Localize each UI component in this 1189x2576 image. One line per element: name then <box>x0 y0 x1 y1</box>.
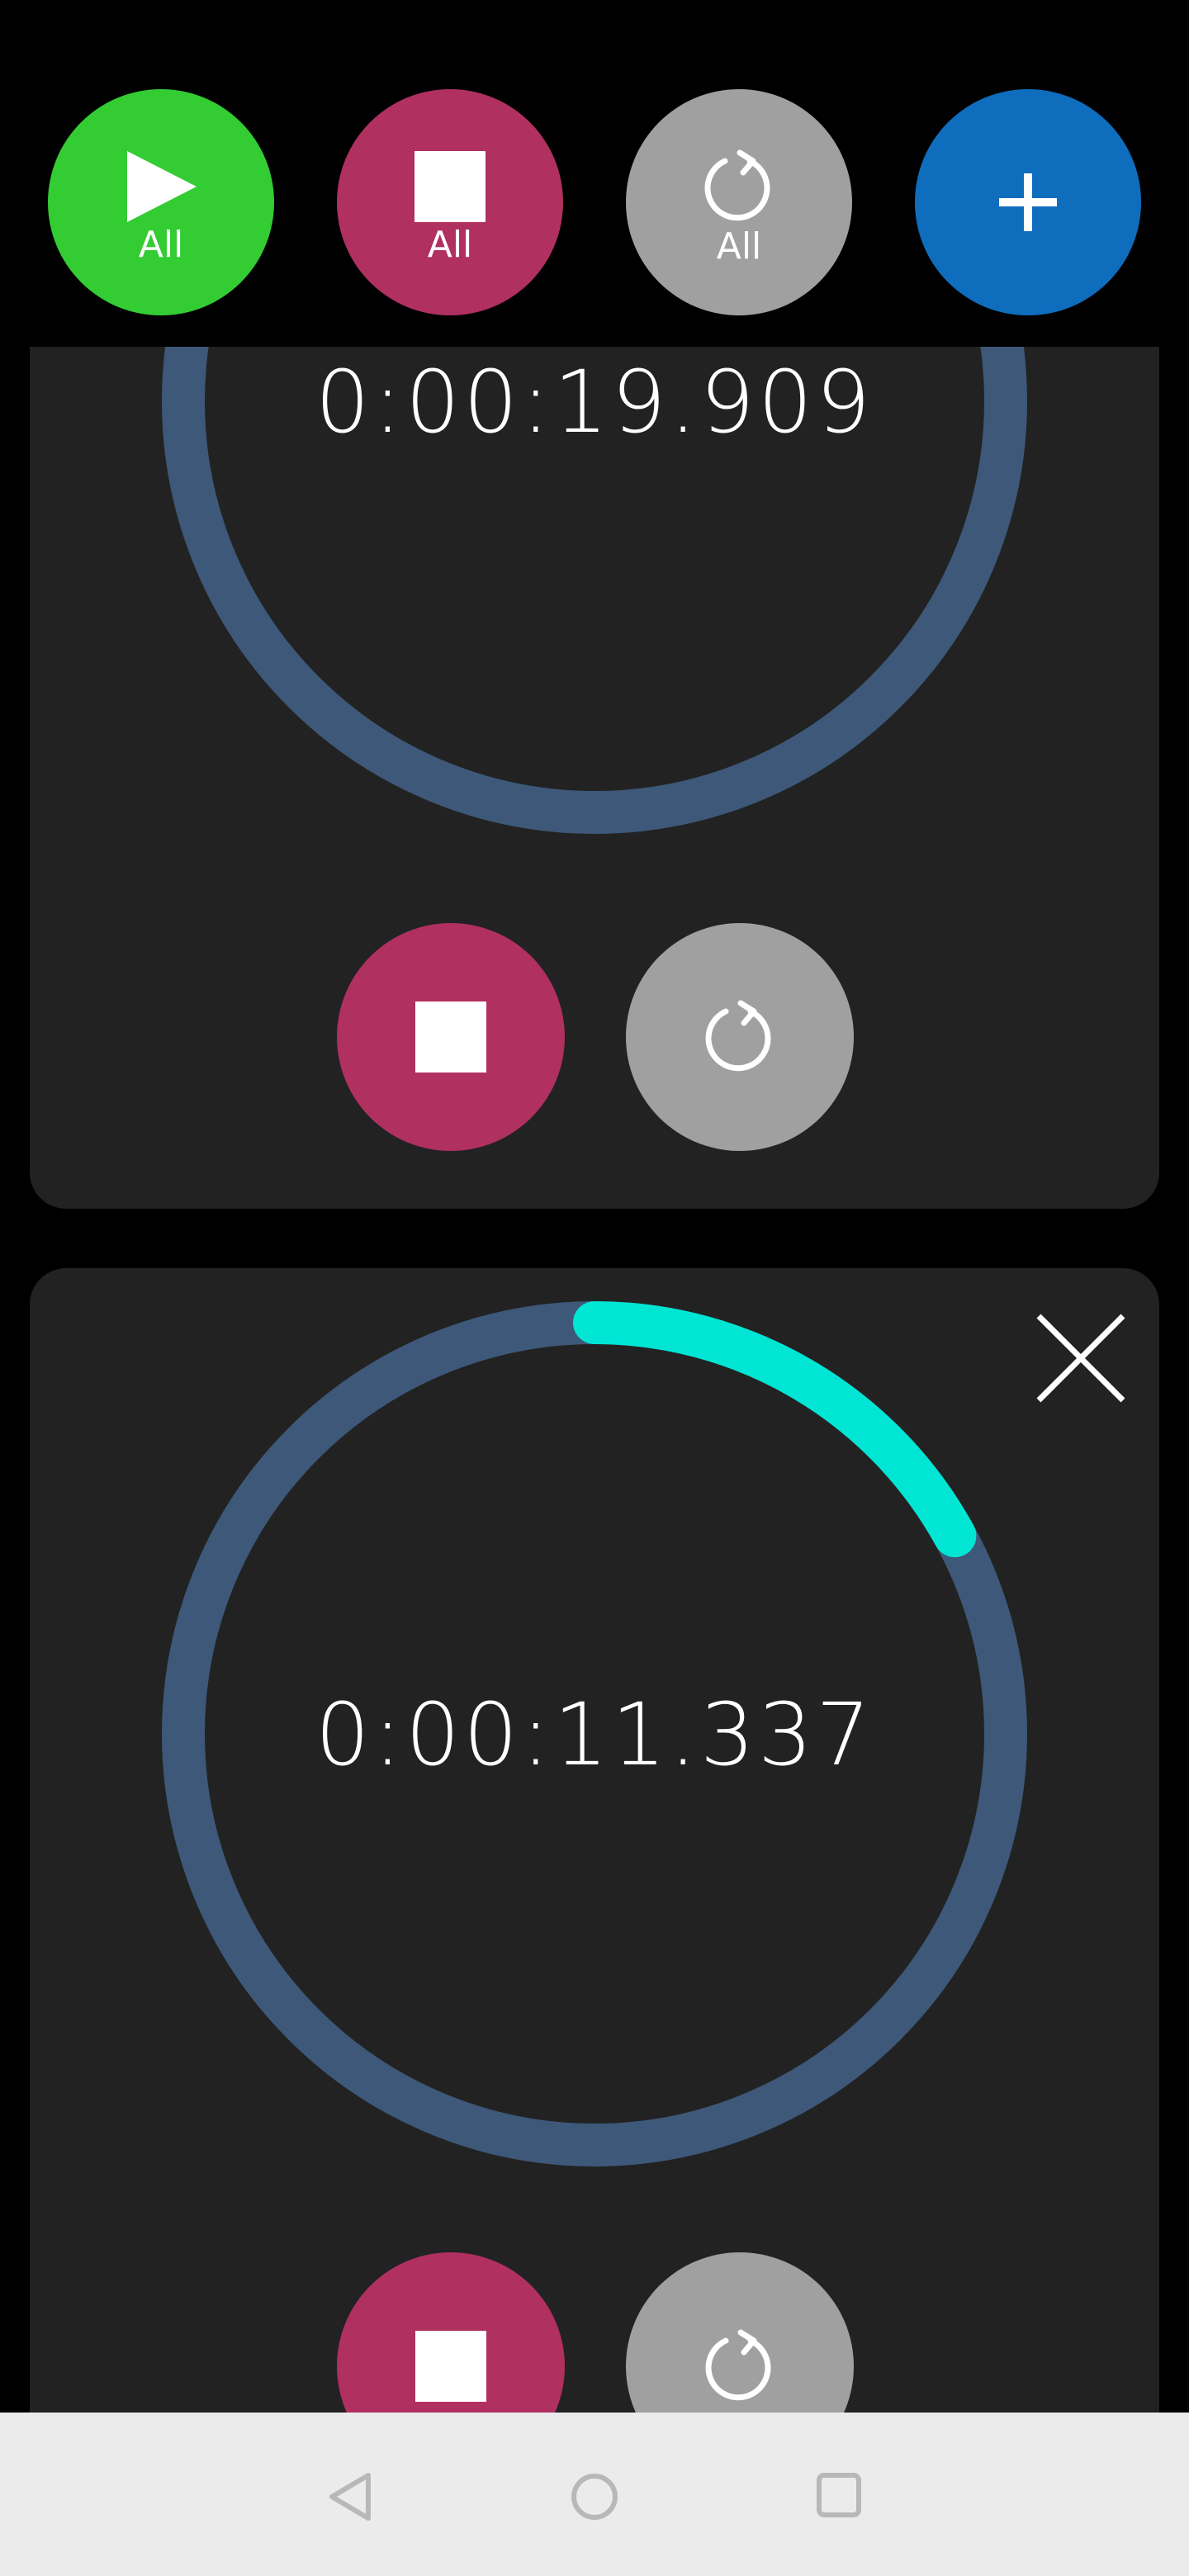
stop-all-label: All <box>427 224 473 266</box>
stop-icon <box>415 2331 486 2402</box>
reset-icon <box>705 1000 771 1072</box>
stop-all-button[interactable]: All <box>337 89 563 315</box>
timer-card-1: 0:00:19.909 <box>30 248 1159 1209</box>
stop-button-1[interactable] <box>337 923 565 1151</box>
close-timer-button[interactable] <box>1035 1313 1126 1404</box>
home-circle-icon[interactable] <box>570 2472 619 2522</box>
timer-ring-2 <box>162 1301 1027 2166</box>
elapsed-time-1: 0:00:19.909 <box>315 352 874 452</box>
reset-icon <box>704 149 770 221</box>
system-navigation-bar <box>0 2413 1189 2576</box>
recents-square-icon[interactable] <box>816 2472 862 2518</box>
reset-button-1[interactable] <box>626 923 854 1151</box>
play-icon <box>127 151 197 222</box>
plus-icon <box>999 173 1057 231</box>
start-all-button[interactable]: All <box>48 89 274 315</box>
reset-all-label: All <box>716 225 762 268</box>
top-toolbar: All All All <box>0 0 1189 347</box>
close-icon <box>1036 1314 1125 1403</box>
reset-all-button[interactable]: All <box>626 89 852 315</box>
add-timer-button[interactable] <box>915 89 1141 315</box>
elapsed-time-2: 0:00:11.337 <box>315 1684 874 1785</box>
reset-icon <box>705 2329 771 2401</box>
ring-progress <box>573 1301 977 1558</box>
timer-card-2: 0:00:11.337 <box>30 1268 1159 2507</box>
stop-icon <box>414 151 486 222</box>
back-triangle-icon[interactable] <box>327 2472 373 2522</box>
stop-icon <box>415 1002 486 1073</box>
start-all-label: All <box>138 224 184 266</box>
